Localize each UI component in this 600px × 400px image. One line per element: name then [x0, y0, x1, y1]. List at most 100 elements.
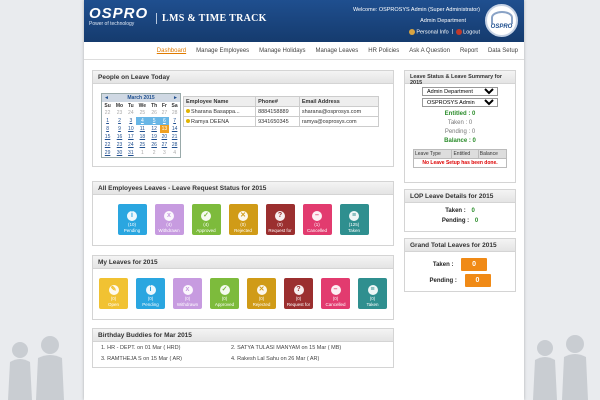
- calendar-day[interactable]: 28: [169, 141, 180, 149]
- panel-title: My Leaves for 2015: [93, 256, 393, 269]
- calendar-next-button[interactable]: ►: [173, 95, 178, 101]
- status-tile-cancelled[interactable]: – (1) Cancelled: [302, 204, 332, 235]
- my-leaves-panel: My Leaves for 2015 ✎ (0) Open i (0) Pending x(…: [92, 255, 394, 320]
- status-tile-approved[interactable]: ✓ (0) Approved: [210, 278, 239, 309]
- calendar-day[interactable]: 27: [160, 141, 170, 149]
- calendar-day[interactable]: 15: [102, 133, 113, 141]
- calendar-day[interactable]: 31: [126, 149, 136, 157]
- status-tile-rejected[interactable]: ✕ (0) Rejected: [228, 204, 258, 235]
- calendar-day[interactable]: 22: [102, 141, 113, 149]
- tile-label: Cancelled: [325, 301, 346, 307]
- table-row[interactable]: Sharana Basappa... 8884158889 sharana@os…: [182, 106, 380, 117]
- calendar-day[interactable]: 23: [113, 141, 126, 149]
- logout-link[interactable]: Logout: [456, 29, 480, 35]
- calendar-day[interactable]: 26: [149, 109, 160, 117]
- calendar-day[interactable]: 24: [126, 141, 136, 149]
- calendar-day[interactable]: 16: [113, 133, 126, 141]
- calendar-day[interactable]: 3: [126, 117, 136, 125]
- calendar-day[interactable]: 7: [169, 117, 180, 125]
- status-tile-request-for[interactable]: ? (0) Request for: [265, 204, 295, 235]
- calendar-day[interactable]: 11: [136, 125, 149, 133]
- calendar-day[interactable]: 30: [113, 149, 126, 157]
- status-tile-cancelled[interactable]: – (0) Cancelled: [321, 278, 350, 309]
- calendar-day-header: Fr: [161, 102, 167, 109]
- calendar-day[interactable]: 18: [136, 133, 149, 141]
- all-leaves-tiles: i (10) Pending x (4) Withdrawn ✓ (4) Approved ✕ (0…: [93, 204, 393, 235]
- status-tile-withdrawn[interactable]: x (0) Withdrawn: [173, 278, 202, 309]
- status-tile-pending[interactable]: i (10) Pending: [117, 204, 147, 235]
- calendar-day[interactable]: 4: [169, 149, 180, 157]
- grand-pending-badge: 0: [464, 274, 491, 287]
- nav-manage-holidays[interactable]: Manage Holidays: [259, 48, 305, 54]
- calendar-day[interactable]: 24: [126, 109, 136, 117]
- calendar-day[interactable]: 9: [113, 125, 126, 133]
- leave-type-table: Leave Type Entitled Balance No Leave Set…: [412, 149, 508, 168]
- calendar-day[interactable]: 25: [136, 109, 149, 117]
- calendar-day-header: Sa: [171, 102, 178, 109]
- calendar-day[interactable]: 3: [160, 149, 170, 157]
- nav-manage-employees[interactable]: Manage Employees: [196, 48, 249, 54]
- tile-label: Approved: [196, 227, 216, 233]
- user-select[interactable]: OSPROSYS Admin: [422, 98, 498, 107]
- list-item: 3. RAMTHEJA S on 15 Mar ( AR): [101, 356, 182, 362]
- logo: OSPRO Power of technology: [89, 5, 149, 27]
- department-text: Admin Department: [420, 18, 466, 24]
- status-tile-withdrawn[interactable]: x (4) Withdrawn: [154, 204, 184, 235]
- nav-data-setup[interactable]: Data Setup: [488, 48, 518, 54]
- calendar-day[interactable]: 27: [160, 109, 170, 117]
- calendar-day[interactable]: 28: [169, 109, 180, 117]
- calendar-day[interactable]: 25: [136, 141, 149, 149]
- person-icon: [409, 29, 416, 35]
- calendar-day[interactable]: 10: [126, 125, 136, 133]
- nav-manage-leaves[interactable]: Manage Leaves: [316, 48, 359, 54]
- status-taken-icon: ≡: [367, 285, 378, 295]
- list-item: 4. Rakesh Lal Sahu on 26 Mar ( AR): [231, 356, 320, 362]
- calendar-day[interactable]: 1: [136, 149, 149, 157]
- header: OSPRO Power of technology LMS & TIME TRA…: [84, 0, 524, 42]
- department-select[interactable]: Admin Department: [422, 87, 498, 96]
- calendar-day[interactable]: 12: [149, 125, 160, 133]
- power-icon: [456, 29, 463, 35]
- table-row[interactable]: Ramya DEENA 9341650345 ramya@osprosys.co…: [182, 116, 380, 127]
- calendar-day[interactable]: 5: [148, 117, 160, 125]
- list-item: 1. HR - DEPT. on 01 Mar ( HRD): [101, 345, 181, 351]
- tile-label: Pending: [142, 301, 159, 307]
- tile-label: Rejected: [252, 301, 271, 307]
- nav-hr-policies[interactable]: HR Policies: [368, 48, 399, 54]
- nav-report[interactable]: Report: [460, 48, 478, 54]
- calendar-day[interactable]: 2: [113, 117, 126, 125]
- calendar-day[interactable]: 13: [159, 125, 170, 133]
- calendar-day[interactable]: 26: [149, 141, 160, 149]
- calendar-day[interactable]: 21: [169, 133, 180, 141]
- avatar-ring-icon: [490, 11, 513, 24]
- calendar-day[interactable]: 14: [169, 125, 180, 133]
- status-tile-open[interactable]: ✎ (0) Open: [99, 278, 128, 309]
- status-tile-pending[interactable]: i (0) Pending: [136, 278, 165, 309]
- tile-label: Cancelled: [306, 227, 327, 233]
- status-tile-taken[interactable]: ≡ (125) Taken: [339, 204, 369, 235]
- calendar-day[interactable]: 23: [113, 109, 126, 117]
- status-tile-request-for[interactable]: ? (0) Request for: [284, 278, 313, 309]
- nav-ask-a-question[interactable]: Ask A Question: [409, 48, 450, 54]
- nav-dashboard[interactable]: Dashboard: [157, 48, 186, 54]
- calendar-day[interactable]: 29: [102, 149, 113, 157]
- calendar-day[interactable]: 19: [149, 133, 160, 141]
- tile-label: Request for: [286, 301, 311, 307]
- calendar-day[interactable]: 1: [102, 117, 113, 125]
- calendar-day[interactable]: 20: [160, 133, 170, 141]
- panel-title: Grand Total Leaves for 2015: [405, 239, 515, 252]
- calendar-day[interactable]: 6: [159, 117, 170, 125]
- status-tile-rejected[interactable]: ✕ (0) Rejected: [247, 278, 276, 309]
- calendar-prev-button[interactable]: ◄: [104, 95, 109, 101]
- calendar-day[interactable]: 4: [135, 117, 149, 125]
- calendar-day[interactable]: 2: [149, 149, 160, 157]
- personal-info-link[interactable]: Personal Info: [409, 29, 449, 35]
- status-withdrawn-icon: x: [164, 211, 174, 221]
- status-tile-taken[interactable]: ≡ (0) Taken: [358, 278, 387, 309]
- main-nav: Dashboard Manage Employees Manage Holida…: [84, 42, 524, 60]
- status-tile-approved[interactable]: ✓ (4) Approved: [191, 204, 221, 235]
- calendar-day[interactable]: 8: [102, 125, 113, 133]
- status-request-for-icon: ?: [275, 211, 285, 221]
- calendar-day[interactable]: 17: [126, 133, 136, 141]
- calendar-day[interactable]: 22: [102, 109, 113, 117]
